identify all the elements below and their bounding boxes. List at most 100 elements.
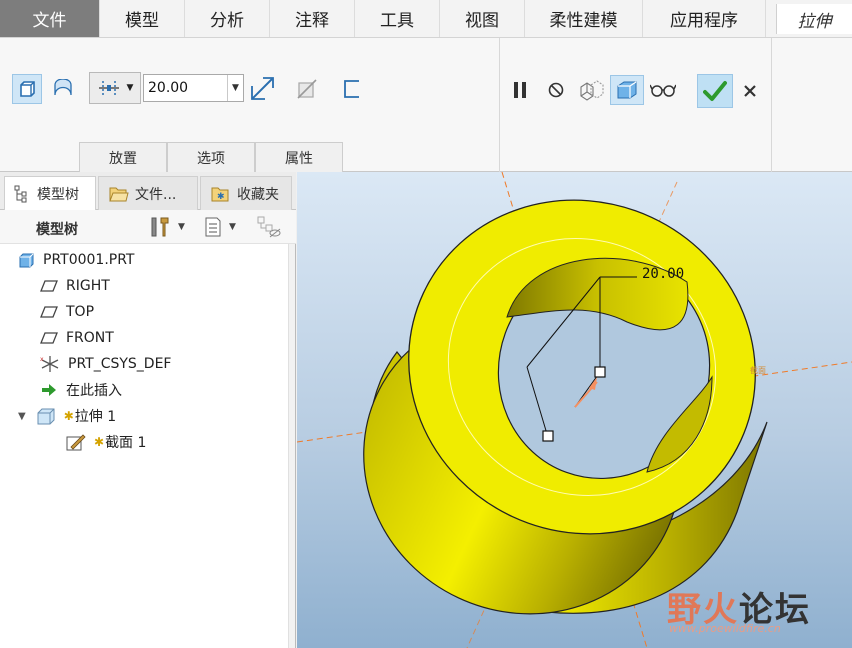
menu-analysis[interactable]: 分析 bbox=[185, 0, 270, 37]
close-icon bbox=[744, 85, 756, 97]
thicken-sketch-button[interactable] bbox=[337, 74, 367, 104]
tree-item-label: 拉伸 1 bbox=[74, 409, 117, 425]
sketch-icon bbox=[66, 434, 86, 451]
tools-icon bbox=[151, 217, 169, 237]
tree-item-front-plane[interactable]: FRONT bbox=[40, 326, 114, 350]
tree-item-label: TOP bbox=[66, 304, 95, 320]
tree-settings-button[interactable]: ▼ bbox=[148, 215, 185, 239]
wireframe-preview-icon bbox=[580, 80, 604, 101]
navigator-panel: 模型树 文件... ✱ 收藏夹 模型树 ▼ ▼ PRT0001.PRT RIGH… bbox=[0, 172, 296, 648]
svg-text:✱: ✱ bbox=[217, 192, 225, 202]
chevron-down-icon: ▼ bbox=[178, 222, 185, 232]
checkmark-icon bbox=[703, 81, 727, 101]
cancel-button[interactable] bbox=[737, 76, 763, 106]
navigator-tabs: 模型树 文件... ✱ 收藏夹 bbox=[0, 172, 296, 211]
tab-model-tree-label: 模型树 bbox=[37, 187, 79, 203]
flip-arrows-icon bbox=[251, 77, 274, 100]
confirm-button[interactable] bbox=[697, 74, 733, 108]
watermark-url: www.proewildfire.cn bbox=[669, 622, 781, 635]
depth-value-text: 20.00 bbox=[148, 80, 189, 96]
verify-preview-icon bbox=[617, 81, 637, 99]
tree-item-label: PRT0001.PRT bbox=[43, 252, 135, 268]
chevron-down-icon: ▼ bbox=[229, 222, 236, 232]
part-icon bbox=[19, 253, 34, 267]
tab-favorites[interactable]: ✱ 收藏夹 bbox=[200, 176, 292, 210]
tree-item-label: RIGHT bbox=[66, 278, 110, 294]
new-feature-star-icon: ✱ bbox=[63, 409, 74, 423]
remove-material-icon bbox=[297, 79, 317, 99]
tree-item-label: PRT_CSYS_DEF bbox=[68, 356, 172, 372]
tab-options[interactable]: 选项 bbox=[167, 142, 255, 172]
tree-item-right-plane[interactable]: RIGHT bbox=[40, 274, 110, 298]
tab-folder-browser-label: 文件... bbox=[135, 186, 177, 203]
pause-icon bbox=[514, 82, 526, 98]
tab-model-tree[interactable]: 模型树 bbox=[4, 176, 96, 211]
tree-item-csys[interactable]: x PRT_CSYS_DEF bbox=[40, 352, 171, 376]
chevron-down-icon[interactable]: ▼ bbox=[18, 411, 26, 422]
datum-plane-icon bbox=[40, 306, 58, 318]
blind-depth-icon bbox=[98, 81, 119, 95]
tree-item-insert-here[interactable]: 在此插入 bbox=[40, 378, 122, 402]
depth-option-selector[interactable]: ▼ bbox=[89, 72, 141, 104]
tree-item-top-plane[interactable]: TOP bbox=[40, 300, 94, 324]
favorites-icon: ✱ bbox=[211, 187, 229, 202]
glasses-icon bbox=[650, 84, 676, 97]
solid-icon bbox=[20, 81, 35, 97]
remove-material-button[interactable] bbox=[292, 74, 322, 104]
tree-item-section[interactable]: ✱ 截面 1 bbox=[66, 430, 146, 454]
solid-extrude-button[interactable] bbox=[12, 74, 42, 104]
verify-preview-button[interactable] bbox=[610, 75, 644, 105]
graphics-viewport[interactable]: 20.00 截面 野火论坛 www.proewildfire.cn bbox=[297, 172, 852, 648]
coordinate-system-icon: x bbox=[40, 356, 59, 372]
tab-placement[interactable]: 放置 bbox=[79, 142, 167, 172]
tab-properties[interactable]: 属性 bbox=[255, 142, 343, 172]
new-feature-star-icon: ✱ bbox=[94, 435, 105, 449]
show-hide-icon bbox=[257, 216, 281, 238]
no-preview-icon bbox=[548, 82, 564, 98]
ribbon-separator bbox=[771, 38, 772, 172]
tree-title: 模型树 bbox=[36, 222, 78, 238]
menu-bar: 文件 模型 分析 注释 工具 视图 柔性建模 应用程序 拉伸 bbox=[0, 0, 852, 38]
svg-text:x: x bbox=[40, 356, 44, 363]
insert-arrow-icon bbox=[42, 384, 56, 396]
tab-folder-browser[interactable]: 文件... bbox=[98, 176, 198, 210]
tree-item-extrude[interactable]: ▼ ✱ 拉伸 1 bbox=[18, 404, 116, 428]
depth-value-field[interactable]: 20.00 ▼ bbox=[143, 74, 244, 102]
ribbon: ▼ 20.00 ▼ 放置 选项 属性 bbox=[0, 38, 852, 172]
surface-extrude-button[interactable] bbox=[48, 74, 78, 104]
datum-plane-icon bbox=[40, 332, 58, 344]
tree-item-label: 在此插入 bbox=[66, 383, 122, 399]
sketch-plane-tag: 截面 bbox=[750, 366, 766, 375]
model-tree-icon bbox=[14, 185, 27, 203]
separate-preview-button[interactable] bbox=[576, 76, 606, 104]
list-icon bbox=[205, 217, 221, 237]
tree-item-part[interactable]: PRT0001.PRT bbox=[18, 248, 135, 272]
menu-tools[interactable]: 工具 bbox=[355, 0, 440, 37]
ring-model[interactable] bbox=[297, 172, 852, 648]
menu-file[interactable]: 文件 bbox=[0, 0, 100, 37]
chevron-down-icon[interactable]: ▼ bbox=[227, 75, 243, 101]
depth-dimension-label[interactable]: 20.00 bbox=[642, 266, 684, 282]
extrude-feature-icon bbox=[37, 408, 55, 425]
ribbon-separator bbox=[499, 38, 500, 172]
tree-item-label: FRONT bbox=[66, 330, 114, 346]
tree-show-button[interactable] bbox=[256, 215, 282, 239]
flip-direction-button[interactable] bbox=[247, 74, 277, 104]
menu-model[interactable]: 模型 bbox=[100, 0, 185, 37]
app-window: 文件 模型 分析 注释 工具 视图 柔性建模 应用程序 拉伸 ▼ 20.00 ▼… bbox=[0, 0, 852, 648]
tab-favorites-label: 收藏夹 bbox=[237, 186, 279, 203]
folder-icon bbox=[109, 187, 129, 201]
tree-columns-button[interactable]: ▼ bbox=[203, 215, 236, 239]
menu-view[interactable]: 视图 bbox=[440, 0, 525, 37]
glasses-view-button[interactable] bbox=[648, 76, 678, 104]
tree-item-label: 截面 1 bbox=[105, 435, 147, 451]
thicken-icon bbox=[344, 80, 359, 98]
no-preview-button[interactable] bbox=[543, 76, 569, 104]
tree-scrollbar[interactable] bbox=[288, 244, 295, 648]
surface-icon bbox=[54, 79, 72, 96]
menu-annotate[interactable]: 注释 bbox=[270, 0, 355, 37]
menu-extrude-context[interactable]: 拉伸 bbox=[776, 4, 852, 34]
menu-applications[interactable]: 应用程序 bbox=[643, 0, 766, 37]
menu-flexible-modeling[interactable]: 柔性建模 bbox=[525, 0, 643, 37]
pause-button[interactable] bbox=[507, 76, 533, 104]
